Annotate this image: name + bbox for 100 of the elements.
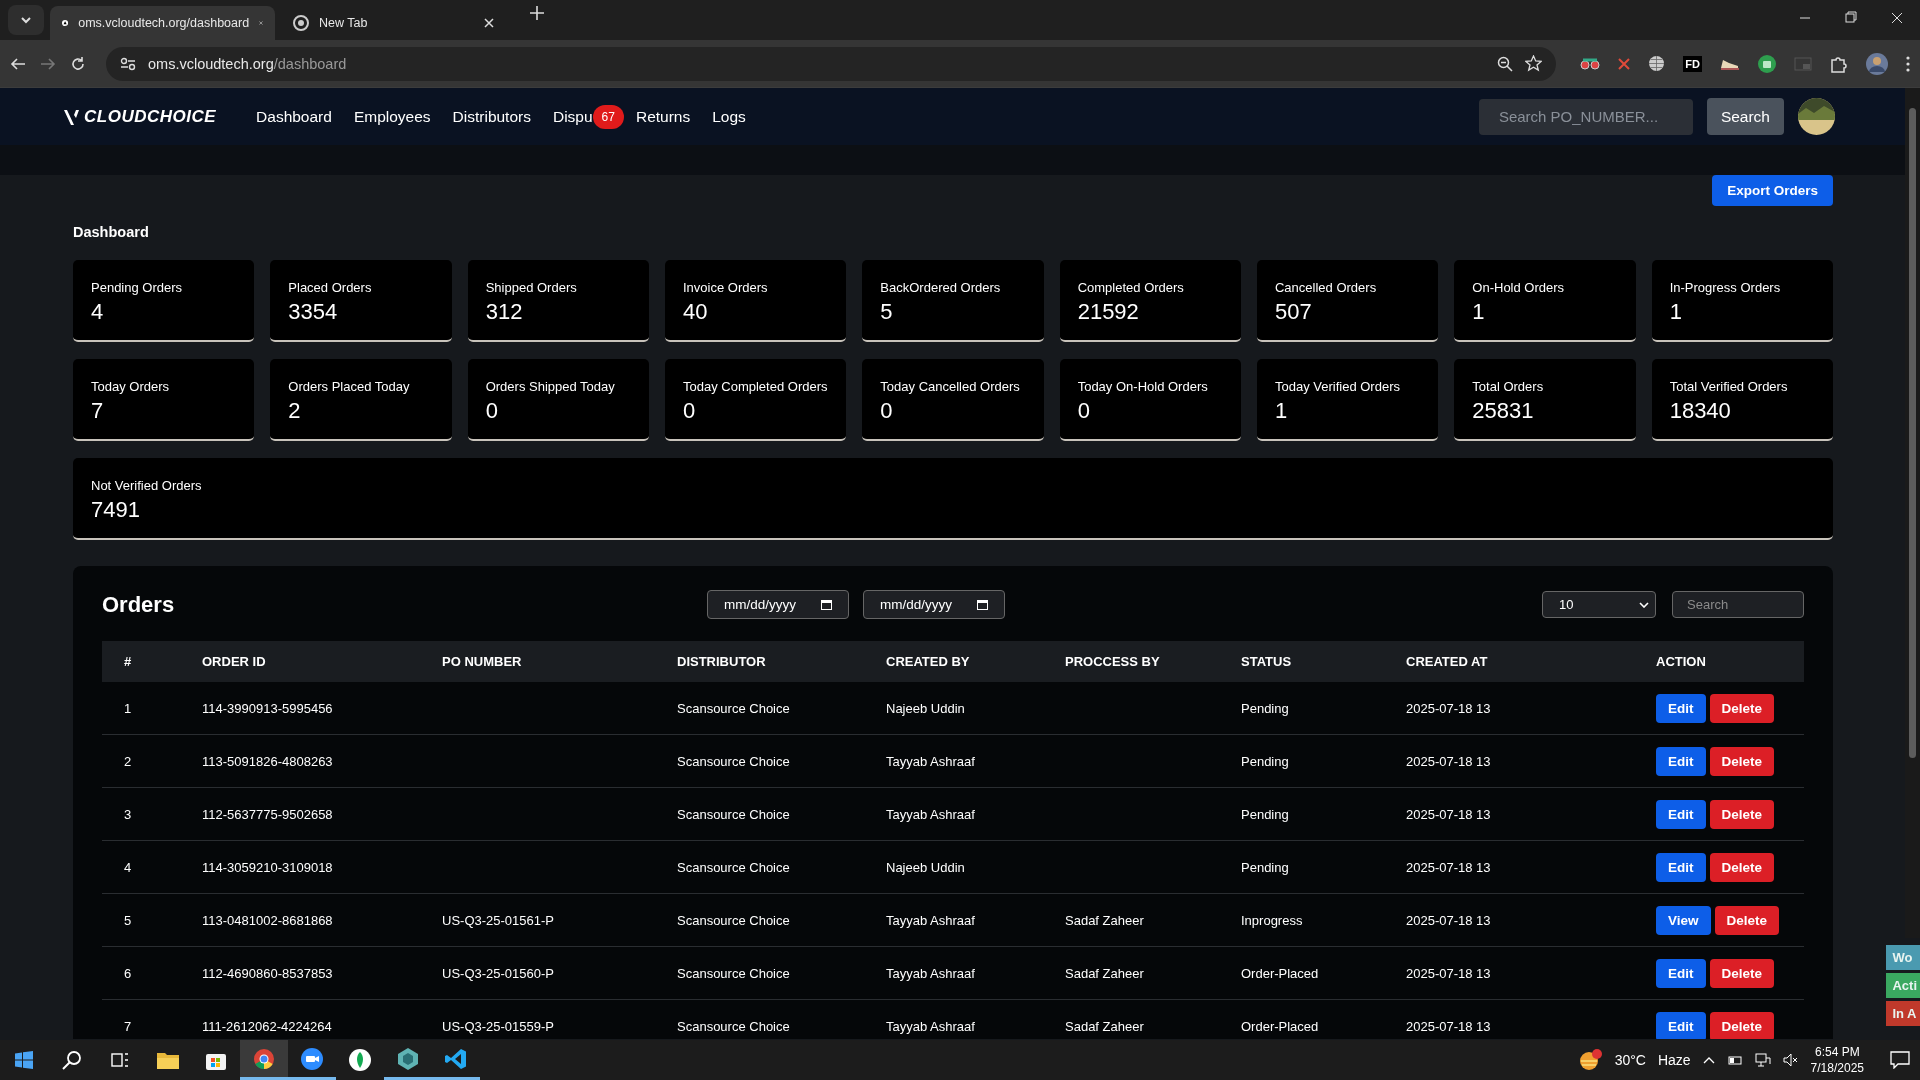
clock-time[interactable]: 6:54 PM bbox=[1814, 1045, 1860, 1059]
zoom-icon[interactable] bbox=[300, 1046, 324, 1071]
action-button[interactable]: Edit bbox=[1656, 958, 1706, 988]
code-editor-icon[interactable] bbox=[444, 1046, 468, 1071]
weather-icon[interactable] bbox=[1578, 1049, 1603, 1071]
column-header: CREATED BY bbox=[886, 654, 971, 669]
date-field[interactable]: mm/dd/yyyy bbox=[707, 590, 849, 619]
stat-value: 1 bbox=[1472, 299, 1486, 325]
action-button[interactable]: Edit bbox=[1656, 852, 1706, 882]
table-cell-text: Order-Placed bbox=[1241, 1018, 1320, 1034]
chevron-up-icon[interactable] bbox=[1702, 1056, 1715, 1064]
action-button[interactable]: Edit bbox=[1656, 693, 1706, 723]
action-button[interactable]: Edit bbox=[1656, 799, 1706, 829]
nav-link[interactable]: Dispu bbox=[552, 107, 593, 126]
table-cell-text: 112-5637775-9502658 bbox=[202, 806, 334, 822]
address-bar[interactable]: oms.vcloudtech.org/dashboard bbox=[106, 46, 1557, 81]
browser-tab[interactable]: New Tab bbox=[281, 6, 506, 40]
delete-button[interactable]: Delete bbox=[1709, 1011, 1775, 1039]
profile-avatar[interactable] bbox=[1866, 52, 1888, 75]
stat-label: Placed Orders bbox=[288, 280, 373, 295]
export-button[interactable]: Export Orders bbox=[1712, 175, 1833, 206]
nav-link[interactable]: Distributors bbox=[452, 107, 531, 126]
hexagon-icon[interactable] bbox=[396, 1046, 420, 1071]
page-heading: Dashboard bbox=[73, 224, 150, 240]
tab-list-icon[interactable] bbox=[20, 16, 32, 24]
stat-value: 3354 bbox=[288, 299, 339, 325]
action-button[interactable]: Edit bbox=[1656, 746, 1706, 776]
stat-value: 21592 bbox=[1077, 299, 1140, 325]
table-cell-text: Najeeb Uddin bbox=[886, 700, 966, 716]
forward-icon[interactable] bbox=[40, 55, 56, 72]
delete-button[interactable]: Delete bbox=[1709, 693, 1775, 723]
puzzle-icon[interactable] bbox=[1830, 54, 1848, 73]
scrollbar[interactable] bbox=[1905, 88, 1920, 938]
column-header: PROCCESS BY bbox=[1065, 654, 1161, 669]
site-settings-icon[interactable] bbox=[120, 56, 136, 71]
temperature[interactable]: 30°C bbox=[1614, 1052, 1646, 1068]
delete-button[interactable]: Delete bbox=[1709, 958, 1775, 988]
column-header: DISTRIBUTOR bbox=[677, 654, 767, 669]
reload-icon[interactable] bbox=[70, 55, 86, 72]
table-cell-text: 3 bbox=[124, 806, 133, 822]
robot-icon[interactable] bbox=[1758, 54, 1776, 73]
delete-button[interactable]: Delete bbox=[1709, 799, 1775, 829]
folder-icon[interactable] bbox=[156, 1050, 180, 1070]
date-field[interactable]: mm/dd/yyyy bbox=[863, 590, 1005, 619]
user-avatar[interactable] bbox=[1798, 98, 1835, 135]
delete-button[interactable]: Delete bbox=[1709, 852, 1775, 882]
windows-start-icon[interactable] bbox=[15, 1051, 33, 1069]
chrome-icon[interactable] bbox=[253, 1047, 275, 1070]
stat-label: Today Verified Orders bbox=[1275, 379, 1401, 394]
task-view-icon[interactable] bbox=[111, 1052, 129, 1068]
side-tab[interactable]: In A bbox=[1886, 1001, 1920, 1026]
table-cell-text: Pending bbox=[1241, 806, 1290, 822]
column-header: ACTION bbox=[1656, 654, 1707, 669]
battery-icon[interactable] bbox=[1726, 1054, 1743, 1066]
extension-logo[interactable]: FD bbox=[1683, 55, 1702, 72]
notification-icon[interactable] bbox=[1890, 1051, 1910, 1069]
action-button[interactable]: Edit bbox=[1656, 1011, 1706, 1039]
muted-speaker-icon[interactable] bbox=[1782, 1053, 1799, 1067]
search-field[interactable]: Search bbox=[1672, 591, 1804, 618]
stat-value: 2 bbox=[288, 398, 302, 424]
nav-link[interactable]: Dashboard bbox=[256, 107, 332, 126]
glasses-icon[interactable] bbox=[1580, 56, 1601, 71]
stat-value: 0 bbox=[880, 398, 894, 424]
search-button[interactable]: Search bbox=[1706, 98, 1784, 135]
page-size-select[interactable]: 10 bbox=[1542, 591, 1656, 618]
browser-tab[interactable]: oms.vcloudtech.org/dashboard bbox=[50, 6, 275, 40]
nav-link[interactable]: Returns bbox=[635, 107, 691, 126]
calendar-icon[interactable] bbox=[977, 599, 988, 610]
table-cell-text: Scansource Choice bbox=[677, 753, 791, 769]
search-field[interactable]: Search PO_NUMBER... bbox=[1478, 98, 1693, 135]
delete-button[interactable]: Delete bbox=[1709, 746, 1775, 776]
table-cell-text: 2025-07-18 13 bbox=[1406, 912, 1492, 928]
stat-value: 0 bbox=[485, 398, 499, 424]
back-icon[interactable] bbox=[10, 55, 26, 72]
menu-icon[interactable] bbox=[1906, 55, 1910, 72]
caret-icon[interactable] bbox=[1639, 601, 1649, 608]
zoom-out-icon[interactable] bbox=[1497, 55, 1514, 72]
stat-label: Shipped Orders bbox=[485, 280, 578, 295]
action-button[interactable]: View bbox=[1656, 905, 1711, 935]
column-header: PO NUMBER bbox=[442, 654, 523, 669]
clock-date[interactable]: 7/18/2025 bbox=[1810, 1061, 1864, 1075]
leaf-icon[interactable] bbox=[348, 1048, 372, 1072]
search-icon[interactable] bbox=[62, 1050, 82, 1070]
nav-link[interactable]: Employees bbox=[353, 107, 431, 126]
stat-label: Invoice Orders bbox=[683, 280, 769, 295]
stat-value: 7491 bbox=[91, 497, 141, 523]
globe-icon[interactable] bbox=[1648, 55, 1666, 72]
table-cell-text: Scansource Choice bbox=[677, 806, 791, 822]
stat-value: 5 bbox=[880, 299, 894, 325]
nav-link[interactable]: Logs bbox=[712, 107, 746, 126]
network-icon[interactable] bbox=[1754, 1053, 1771, 1067]
stat-value: 25831 bbox=[1472, 398, 1535, 424]
stat-value: 312 bbox=[485, 299, 524, 325]
table-cell-text: Sadaf Zaheer bbox=[1065, 912, 1145, 928]
weather-text[interactable]: Haze bbox=[1657, 1052, 1691, 1068]
table-cell-text: US-Q3-25-01559-P bbox=[442, 1018, 555, 1034]
star-icon[interactable] bbox=[1525, 55, 1543, 72]
brand-logo[interactable]: CLOUDCHOICE bbox=[84, 106, 217, 127]
calendar-icon[interactable] bbox=[821, 599, 832, 610]
delete-button[interactable]: Delete bbox=[1714, 905, 1780, 935]
